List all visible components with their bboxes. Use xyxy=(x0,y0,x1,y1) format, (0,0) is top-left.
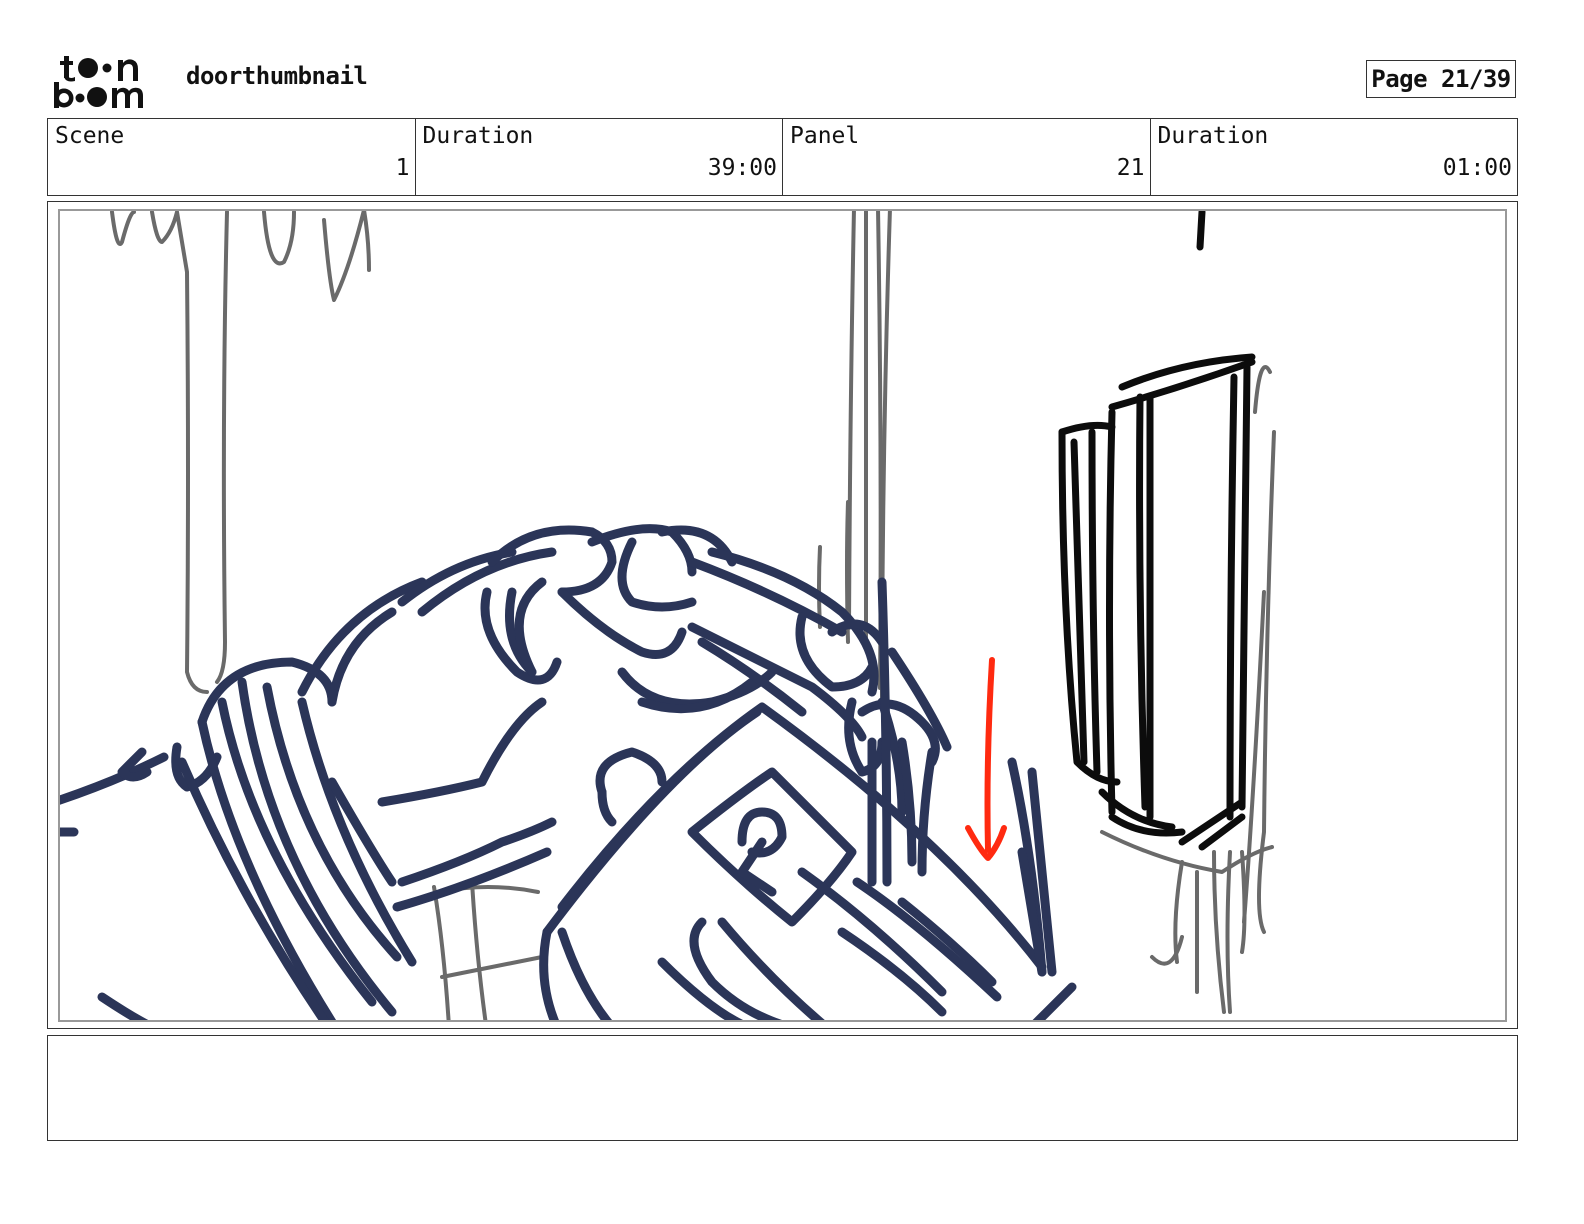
scene-duration-value: 39:00 xyxy=(707,155,777,181)
scene-value: 1 xyxy=(395,155,410,181)
panel-cell: Panel 21 xyxy=(783,119,1151,195)
toon-boom-logo-icon xyxy=(54,56,143,108)
scene-cell: Scene 1 xyxy=(48,119,416,195)
scene-label: Scene xyxy=(55,123,125,149)
page-indicator: Page 21/39 xyxy=(1366,60,1516,98)
scene-info-table: Scene 1 Duration 39:00 Panel 21 Duration… xyxy=(47,118,1518,196)
panel-duration-cell: Duration 01:00 xyxy=(1151,119,1518,195)
panel-value: 21 xyxy=(1116,155,1145,181)
document-title: doorthumbnail xyxy=(186,62,368,90)
panel-duration-value: 01:00 xyxy=(1442,155,1512,181)
scene-duration-label: Duration xyxy=(422,123,534,149)
panel-image xyxy=(58,209,1507,1022)
panel-duration-label: Duration xyxy=(1157,123,1269,149)
storyboard-sketch-hand-reaching-door-icon xyxy=(60,211,1276,1020)
panel-label: Panel xyxy=(790,123,860,149)
scene-duration-cell: Duration 39:00 xyxy=(416,119,783,195)
notes-box xyxy=(47,1035,1518,1141)
